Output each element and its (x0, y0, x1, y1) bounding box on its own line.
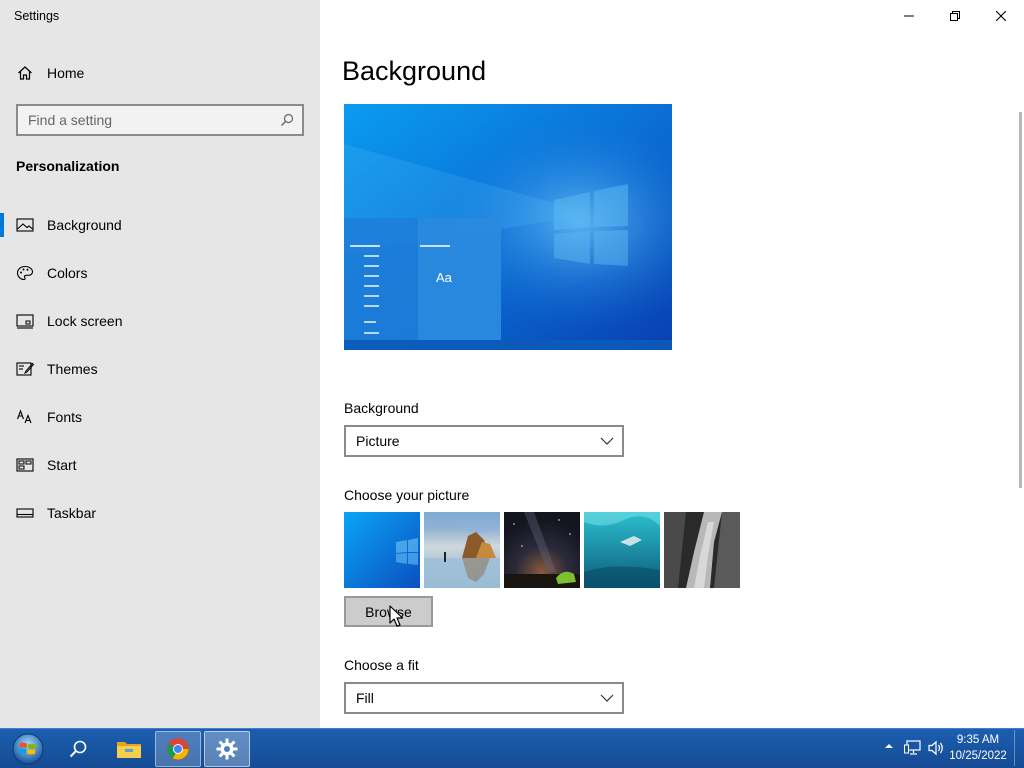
fit-dropdown-value: Fill (356, 690, 374, 706)
picture-thumbnail-rock[interactable] (664, 512, 740, 588)
picture-thumbnail-underwater[interactable] (584, 512, 660, 588)
sidebar-item-label: Lock screen (47, 313, 123, 329)
nav-list: Background Colors Lock screen Themes Fon… (0, 205, 320, 541)
taskbar-clock[interactable]: 9:35 AM 10/25/2022 (948, 732, 1008, 764)
background-label: Background (344, 400, 419, 416)
sidebar-item-label: Taskbar (47, 505, 97, 521)
show-desktop-button[interactable] (1014, 730, 1020, 766)
show-hidden-icons-icon[interactable] (884, 741, 894, 751)
sidebar-item-lock-screen[interactable]: Lock screen (0, 301, 320, 341)
background-dropdown-value: Picture (356, 433, 400, 449)
wallpaper-preview-image: Aa (344, 104, 672, 350)
network-icon[interactable] (904, 740, 922, 756)
preview-sample-text: Aa (436, 270, 453, 285)
sidebar-item-themes[interactable]: Themes (0, 349, 320, 389)
section-title: Personalization (16, 158, 120, 174)
palette-icon (16, 265, 34, 281)
chevron-down-icon (600, 694, 614, 702)
page-title: Background (342, 56, 487, 86)
folder-icon (117, 742, 141, 758)
choose-picture-label: Choose your picture (344, 487, 470, 503)
gear-icon (216, 738, 238, 760)
scrollbar-thumb[interactable] (1019, 112, 1022, 488)
taskbar (0, 728, 1024, 768)
search-box[interactable] (16, 104, 304, 136)
sidebar-item-label: Fonts (47, 409, 83, 425)
picture-thumbnail-beach[interactable] (424, 512, 500, 588)
chevron-down-icon (600, 437, 614, 445)
sidebar-item-label: Start (47, 457, 77, 473)
sidebar-item-label: Colors (47, 265, 88, 281)
picture-thumbnail-night-sky[interactable] (504, 512, 580, 588)
clock-date: 10/25/2022 (949, 750, 1007, 762)
sidebar-item-fonts[interactable]: Fonts (0, 397, 320, 437)
minimize-icon (904, 15, 914, 17)
choose-fit-label: Choose a fit (344, 657, 419, 673)
taskbar-icon (16, 508, 34, 518)
taskbar-chrome[interactable] (155, 731, 201, 767)
home-icon (18, 66, 32, 80)
taskbar-search-button[interactable] (56, 731, 100, 767)
start-button[interactable] (4, 731, 52, 767)
sidebar-item-colors[interactable]: Colors (0, 253, 320, 293)
background-dropdown[interactable]: Picture (344, 425, 624, 457)
themes-icon (16, 362, 34, 376)
home-label: Home (47, 65, 85, 81)
close-icon (996, 11, 1006, 21)
sidebar-item-start[interactable]: Start (0, 445, 320, 485)
app-title: Settings (14, 9, 60, 23)
sidebar-item-label: Background (47, 217, 122, 233)
sidebar-item-taskbar[interactable]: Taskbar (0, 493, 320, 533)
sidebar-item-background[interactable]: Background (0, 205, 320, 245)
taskbar-file-explorer[interactable] (106, 731, 152, 767)
home-nav-item[interactable]: Home (0, 56, 320, 90)
lock-screen-icon (16, 314, 34, 329)
start-icon (16, 458, 34, 472)
restore-icon (950, 11, 960, 21)
picture-thumbnail-windows[interactable] (344, 512, 420, 588)
search-input[interactable] (18, 106, 268, 134)
desktop-preview: Aa (344, 104, 672, 350)
volume-icon[interactable] (928, 740, 946, 756)
chrome-icon (167, 738, 189, 760)
fit-dropdown[interactable]: Fill (344, 682, 624, 714)
sidebar: Settings Home Personalization Backg (0, 0, 320, 728)
search-icon[interactable] (280, 113, 294, 127)
taskbar-settings[interactable] (204, 731, 250, 767)
mouse-cursor-icon (389, 605, 404, 627)
picture-icon (16, 218, 34, 232)
restore-button[interactable] (932, 0, 978, 32)
fonts-icon (16, 409, 32, 424)
windows-start-orb-icon (12, 733, 44, 765)
settings-window: Settings Home Personalization Backg (0, 0, 1024, 728)
search-icon (69, 740, 87, 758)
clock-time: 9:35 AM (956, 734, 1000, 746)
sidebar-item-label: Themes (47, 361, 98, 377)
minimize-button[interactable] (886, 0, 932, 32)
